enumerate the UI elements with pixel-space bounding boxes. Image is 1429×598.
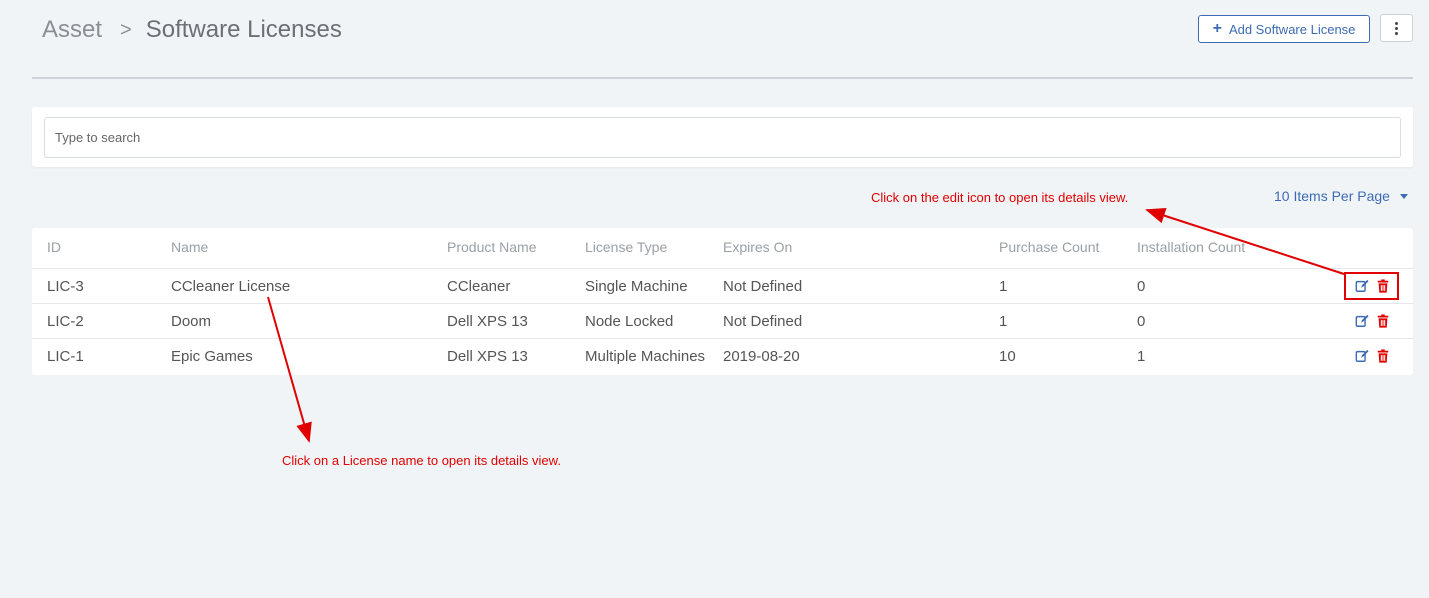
plus-icon: + <box>1212 20 1222 37</box>
header-divider <box>32 77 1413 79</box>
licenses-table: ID Name Product Name License Type Expire… <box>32 228 1413 375</box>
purchase-count: 1 <box>999 313 1008 330</box>
expires-on: Not Defined <box>723 313 803 330</box>
items-per-page-dropdown[interactable]: 10 Items Per Page <box>1274 188 1408 204</box>
breadcrumb-root[interactable]: Asset <box>42 16 102 44</box>
edit-icon[interactable] <box>1355 314 1369 328</box>
delete-icon[interactable] <box>1376 349 1390 363</box>
purchase-count: 10 <box>999 348 1016 365</box>
name-hint-annotation: Click on a License name to open its deta… <box>282 453 561 468</box>
delete-icon[interactable] <box>1376 279 1390 293</box>
expires-on: Not Defined <box>723 278 803 295</box>
installation-count: 1 <box>1137 348 1146 365</box>
column-header-installation-count[interactable]: Installation Count <box>1137 239 1245 255</box>
kebab-menu-icon <box>1395 21 1398 35</box>
add-software-license-button[interactable]: + Add Software License <box>1198 15 1370 43</box>
add-software-license-label: Add Software License <box>1228 21 1356 37</box>
expires-on: 2019-08-20 <box>723 348 800 365</box>
installation-count: 0 <box>1137 313 1146 330</box>
license-type: Node Locked <box>585 313 674 330</box>
column-header-product[interactable]: Product Name <box>447 239 536 255</box>
items-per-page-label: 10 Items Per Page <box>1274 188 1390 204</box>
column-header-license-type[interactable]: License Type <box>585 239 667 255</box>
column-header-purchase-count[interactable]: Purchase Count <box>999 239 1099 255</box>
product-name: CCleaner <box>447 278 511 295</box>
table-row: LIC-3 CCleaner License CCleaner Single M… <box>32 269 1413 304</box>
product-name: Dell XPS 13 <box>447 348 528 365</box>
purchase-count: 1 <box>999 278 1008 295</box>
license-type: Single Machine <box>585 278 688 295</box>
page-title: Software Licenses <box>145 16 342 43</box>
license-name-link[interactable]: Doom <box>171 313 211 330</box>
license-name-link[interactable]: Epic Games <box>171 348 253 365</box>
edit-icon[interactable] <box>1355 279 1369 293</box>
installation-count: 0 <box>1137 278 1146 295</box>
column-header-expires[interactable]: Expires On <box>723 239 792 255</box>
column-header-name[interactable]: Name <box>171 239 208 255</box>
caret-down-icon <box>1399 193 1408 199</box>
column-header-id[interactable]: ID <box>47 239 61 255</box>
edit-hint-annotation: Click on the edit icon to open its detai… <box>871 190 1129 205</box>
breadcrumb: Asset > Software Licenses <box>42 14 342 46</box>
license-id: LIC-3 <box>47 278 84 295</box>
search-input[interactable] <box>44 117 1401 158</box>
license-id: LIC-2 <box>47 313 84 330</box>
table-header-row: ID Name Product Name License Type Expire… <box>32 228 1413 269</box>
edit-icon[interactable] <box>1355 349 1369 363</box>
license-id: LIC-1 <box>47 348 84 365</box>
license-type: Multiple Machines <box>585 348 706 365</box>
table-row: LIC-2 Doom Dell XPS 13 Node Locked Not D… <box>32 304 1413 339</box>
license-name-link[interactable]: CCleaner License <box>171 278 290 295</box>
row-actions <box>1355 279 1390 293</box>
row-actions <box>1355 349 1390 363</box>
more-options-button[interactable] <box>1380 14 1413 42</box>
delete-icon[interactable] <box>1376 314 1390 328</box>
row-actions <box>1355 314 1390 328</box>
product-name: Dell XPS 13 <box>447 313 528 330</box>
search-card <box>32 107 1413 167</box>
table-row: LIC-1 Epic Games Dell XPS 13 Multiple Ma… <box>32 339 1413 374</box>
breadcrumb-separator-icon: > <box>120 18 132 41</box>
